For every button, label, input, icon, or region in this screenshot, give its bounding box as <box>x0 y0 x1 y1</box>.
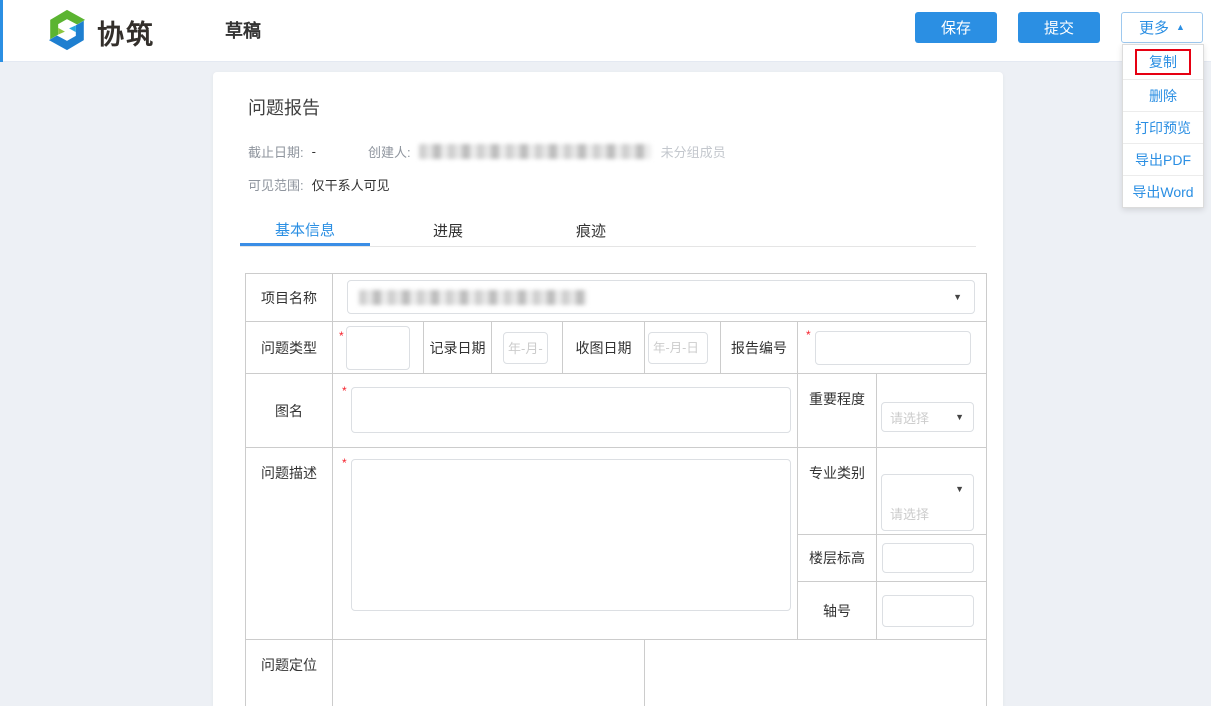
menu-item-export-pdf[interactable]: 导出PDF <box>1123 143 1203 175</box>
importance-select[interactable]: 请选择 ▼ <box>881 402 974 432</box>
drawing-name-label: 图名 <box>246 374 333 448</box>
tab-basic-info[interactable]: 基本信息 <box>240 215 370 246</box>
receive-date-input[interactable] <box>648 332 708 364</box>
axis-input[interactable] <box>882 595 974 627</box>
tab-progress[interactable]: 进展 <box>383 215 513 246</box>
creator-label: 创建人: <box>368 142 411 161</box>
floor-cell <box>877 535 987 582</box>
app-logo-icon <box>46 9 88 56</box>
deadline-value: - <box>312 144 316 159</box>
highlight-box: 复制 <box>1135 49 1191 75</box>
app-logo[interactable]: 协筑 <box>46 9 155 56</box>
importance-cell: 请选择 ▼ <box>877 374 987 448</box>
issue-form-table: 项目名称 ▼ 问题类型 * 记录日期 收图日期 <box>245 273 987 706</box>
issue-type-cell: * <box>333 322 424 374</box>
axis-label: 轴号 <box>798 582 877 640</box>
required-marker: * <box>806 328 811 342</box>
left-accent-strip <box>0 0 3 62</box>
description-cell: * <box>333 448 798 640</box>
menu-item-delete[interactable]: 删除 <box>1123 79 1203 111</box>
report-no-cell: * <box>798 322 987 374</box>
project-name-select[interactable]: ▼ <box>347 280 975 314</box>
more-button-label: 更多 <box>1139 17 1169 38</box>
header-actions: 保存 提交 更多 ▲ <box>915 12 1203 43</box>
tab-traces[interactable]: 痕迹 <box>526 215 656 246</box>
chevron-up-icon: ▲ <box>1176 23 1185 32</box>
save-button[interactable]: 保存 <box>915 12 997 43</box>
creator-group: 未分组成员 <box>661 142 726 161</box>
location-cell-left <box>333 640 645 706</box>
chevron-down-icon: ▼ <box>953 293 962 302</box>
chevron-down-icon: ▼ <box>955 413 964 422</box>
more-menu: 复制 删除 打印预览 导出PDF 导出Word <box>1122 44 1204 208</box>
document-status-title: 草稿 <box>225 17 261 43</box>
report-meta-row-2: 可见范围: 仅干系人可见 <box>248 175 976 194</box>
page-title: 问题报告 <box>248 94 976 120</box>
receive-date-cell <box>645 322 721 374</box>
menu-item-copy-label: 复制 <box>1149 54 1177 70</box>
location-label: 问题定位 <box>246 640 333 706</box>
submit-button[interactable]: 提交 <box>1018 12 1100 43</box>
issue-type-label: 问题类型 <box>246 322 333 374</box>
project-name-cell: ▼ <box>333 274 987 322</box>
importance-placeholder: 请选择 <box>890 408 929 427</box>
drawing-name-cell: * <box>333 374 798 448</box>
record-date-input[interactable] <box>503 332 548 364</box>
visibility-value: 仅干系人可见 <box>312 175 390 194</box>
app-header: 协筑 草稿 保存 提交 更多 ▲ <box>0 0 1211 62</box>
required-marker: * <box>342 456 347 470</box>
required-marker: * <box>339 329 344 343</box>
redacted-creator-name <box>419 144 651 159</box>
record-date-label: 记录日期 <box>424 322 492 374</box>
chevron-down-icon: ▼ <box>955 485 964 494</box>
category-select[interactable]: ▼ 请选择 <box>881 474 974 531</box>
importance-label: 重要程度 <box>798 374 877 448</box>
menu-item-export-word[interactable]: 导出Word <box>1123 175 1203 207</box>
report-no-label: 报告编号 <box>721 322 798 374</box>
issue-type-input[interactable] <box>346 326 410 370</box>
description-textarea[interactable] <box>351 459 791 611</box>
axis-cell <box>877 582 987 640</box>
report-card: 问题报告 截止日期: - 创建人: 未分组成员 可见范围: 仅干系人可见 基本信… <box>213 72 1003 706</box>
app-logo-text: 协筑 <box>97 13 155 52</box>
location-cell-right <box>645 640 987 706</box>
more-button[interactable]: 更多 ▲ <box>1121 12 1203 43</box>
floor-label: 楼层标高 <box>798 535 877 582</box>
tab-bar: 基本信息 进展 痕迹 <box>240 215 976 247</box>
category-label: 专业类别 <box>798 448 877 535</box>
project-name-label: 项目名称 <box>246 274 333 322</box>
deadline-label: 截止日期: <box>248 142 304 161</box>
category-cell: ▼ 请选择 <box>877 448 987 535</box>
category-placeholder: 请选择 <box>890 504 929 523</box>
report-meta-row-1: 截止日期: - 创建人: 未分组成员 <box>248 142 976 161</box>
redacted-project-name <box>359 290 587 305</box>
description-label: 问题描述 <box>246 448 333 640</box>
report-no-input[interactable] <box>815 331 971 365</box>
required-marker: * <box>342 384 347 398</box>
menu-item-copy[interactable]: 复制 <box>1123 45 1203 79</box>
record-date-cell <box>492 322 563 374</box>
drawing-name-textarea[interactable] <box>351 387 791 433</box>
floor-input[interactable] <box>882 543 974 573</box>
page: 协筑 草稿 保存 提交 更多 ▲ 复制 删除 打印预览 导出PDF 导出Word… <box>0 0 1211 706</box>
receive-date-label: 收图日期 <box>563 322 645 374</box>
menu-item-print-preview[interactable]: 打印预览 <box>1123 111 1203 143</box>
visibility-label: 可见范围: <box>248 175 304 194</box>
